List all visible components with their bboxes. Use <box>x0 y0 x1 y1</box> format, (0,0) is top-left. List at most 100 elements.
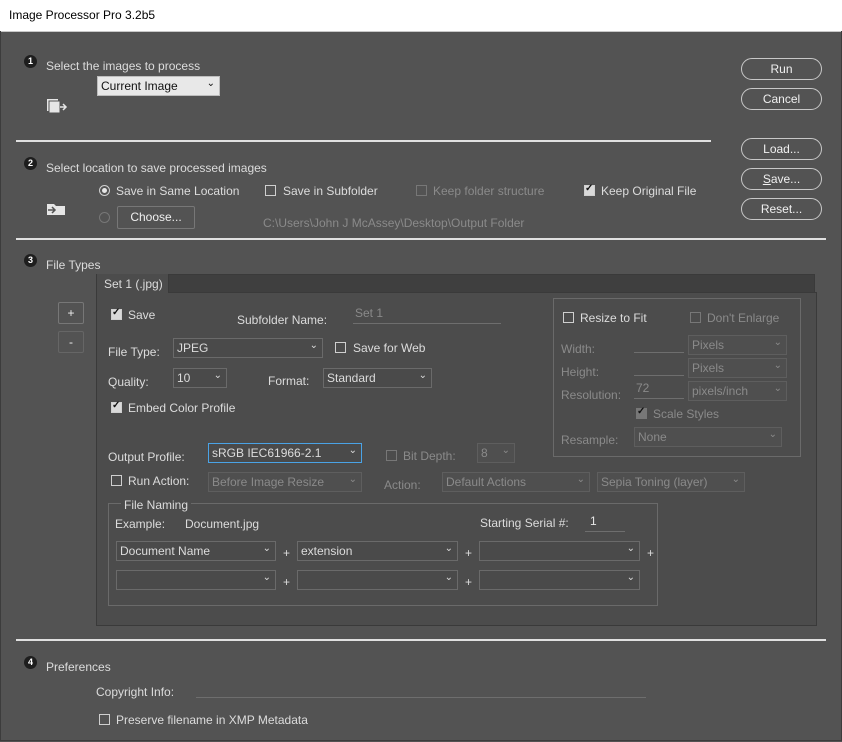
reset-button[interactable]: Reset... <box>741 198 822 220</box>
action-set-select[interactable]: Default Actions ⌄ <box>442 472 590 492</box>
serial-label: Starting Serial #: <box>480 516 569 530</box>
resolution-unit-value: pixels/inch <box>692 384 749 398</box>
format-value: Standard <box>327 371 376 385</box>
resolution-unit-select[interactable]: pixels/inch ⌄ <box>688 381 787 401</box>
naming-field-4[interactable]: ⌄ <box>116 570 276 590</box>
action-select[interactable]: Sepia Toning (layer) ⌄ <box>597 472 745 492</box>
quality-select[interactable]: 10 ⌄ <box>173 368 227 388</box>
chevron-down-icon: ⌄ <box>773 383 782 394</box>
plus-sign: + <box>283 546 291 560</box>
run-action-label: Run Action: <box>128 474 190 488</box>
save-settings-label: ave... <box>770 172 801 186</box>
remove-set-button[interactable]: - <box>58 331 84 353</box>
step-1-badge: 1 <box>24 55 37 68</box>
height-unit-select[interactable]: Pixels ⌄ <box>688 358 787 378</box>
format-select[interactable]: Standard ⌄ <box>323 368 432 388</box>
file-naming-title: File Naming <box>121 498 192 512</box>
output-profile-label: Output Profile: <box>108 450 185 464</box>
save-settings-button[interactable]: Save... <box>741 168 822 190</box>
other-location-radio[interactable] <box>99 212 110 223</box>
add-set-button[interactable]: + <box>58 302 84 324</box>
step-3-badge: 3 <box>24 254 37 267</box>
naming-field-1[interactable]: Document Name ⌄ <box>116 541 276 561</box>
chevron-down-icon: ⌄ <box>348 474 357 485</box>
output-profile-select[interactable]: sRGB IEC61966-2.1 ⌄ <box>208 443 362 463</box>
width-unit-value: Pixels <box>692 338 725 352</box>
choose-button[interactable]: Choose... <box>117 206 195 229</box>
same-location-label: Save in Same Location <box>116 184 240 198</box>
section-2-title: Select location to save processed images <box>46 161 267 175</box>
width-input[interactable] <box>634 335 684 353</box>
divider <box>16 140 711 142</box>
chevron-down-icon: ⌄ <box>213 370 222 381</box>
plus-sign: + <box>647 546 655 560</box>
embed-profile-checkbox[interactable] <box>111 400 122 413</box>
run-button[interactable]: Run <box>741 58 822 80</box>
image-source-select[interactable]: Current Image ⌄ <box>97 76 220 96</box>
example-label: Example: <box>115 517 166 531</box>
plus-sign: + <box>465 575 473 589</box>
scale-styles-label: Scale Styles <box>653 407 720 421</box>
run-action-checkbox[interactable] <box>111 475 122 486</box>
section-1-title: Select the images to process <box>46 59 201 73</box>
chevron-down-icon: ⌄ <box>262 572 271 583</box>
dont-enlarge-checkbox[interactable] <box>690 312 701 323</box>
subfolder-name-label: Subfolder Name: <box>237 313 328 327</box>
keep-structure-label: Keep folder structure <box>433 184 545 198</box>
action-timing-select[interactable]: Before Image Resize ⌄ <box>208 472 362 492</box>
scale-styles-checkbox[interactable] <box>636 406 647 419</box>
bit-depth-select[interactable]: 8 ⌄ <box>477 443 515 463</box>
keep-original-checkbox[interactable] <box>584 183 595 196</box>
action-value: Sepia Toning (layer) <box>601 475 708 489</box>
step-4-badge: 4 <box>24 656 37 669</box>
quality-value: 10 <box>177 371 191 385</box>
output-profile-value: sRGB IEC61966-2.1 <box>212 446 322 460</box>
chevron-down-icon: ⌄ <box>262 543 271 554</box>
keep-structure-checkbox[interactable] <box>416 185 427 196</box>
naming-field-3[interactable]: ⌄ <box>479 541 640 561</box>
serial-input[interactable]: 1 <box>585 514 625 532</box>
file-type-value: JPEG <box>177 341 209 355</box>
chevron-down-icon: ⌄ <box>444 572 453 583</box>
step-2-badge: 2 <box>24 157 37 170</box>
load-button[interactable]: Load... <box>741 138 822 160</box>
section-3-title: File Types <box>46 258 101 272</box>
bit-depth-checkbox[interactable] <box>386 450 397 461</box>
folder-arrow-icon <box>46 200 68 219</box>
resolution-input[interactable]: 72 <box>634 381 684 399</box>
cancel-button[interactable]: Cancel <box>741 88 822 110</box>
naming-field-1-value: Document Name <box>120 544 211 558</box>
naming-field-2[interactable]: extension ⌄ <box>297 541 458 561</box>
open-images-icon <box>46 98 68 117</box>
action-timing-value: Before Image Resize <box>212 475 325 489</box>
tab-set-1[interactable]: Set 1 (.jpg) <box>97 274 169 293</box>
save-label: Save <box>128 308 156 322</box>
tab-label: Set 1 (.jpg) <box>104 277 163 291</box>
save-for-web-checkbox[interactable] <box>335 342 346 353</box>
section-4-title: Preferences <box>46 660 111 674</box>
naming-field-5[interactable]: ⌄ <box>297 570 458 590</box>
format-label: Format: <box>268 374 310 388</box>
chevron-down-icon: ⌄ <box>444 543 453 554</box>
copyright-input[interactable] <box>196 680 646 698</box>
save-for-web-label: Save for Web <box>353 341 426 355</box>
chevron-down-icon: ⌄ <box>309 340 318 351</box>
resolution-label: Resolution: <box>561 388 622 402</box>
height-input[interactable] <box>634 358 684 376</box>
file-type-select[interactable]: JPEG ⌄ <box>173 338 323 358</box>
chevron-down-icon: ⌄ <box>501 445 510 456</box>
action-set-value: Default Actions <box>446 475 527 489</box>
chevron-down-icon: ⌄ <box>768 429 777 440</box>
save-checkbox[interactable] <box>111 307 122 320</box>
resize-to-fit-checkbox[interactable] <box>563 312 574 323</box>
chevron-down-icon: ⌄ <box>731 474 740 485</box>
width-unit-select[interactable]: Pixels ⌄ <box>688 335 787 355</box>
naming-field-6[interactable]: ⌄ <box>479 570 640 590</box>
preserve-filename-checkbox[interactable] <box>99 714 110 725</box>
same-location-radio[interactable] <box>99 185 110 196</box>
save-subfolder-label: Save in Subfolder <box>283 184 378 198</box>
subfolder-name-input[interactable]: Set 1 <box>353 306 501 324</box>
bit-depth-label: Bit Depth: <box>403 449 456 463</box>
resample-select[interactable]: None ⌄ <box>634 427 782 447</box>
save-subfolder-checkbox[interactable] <box>265 185 276 196</box>
